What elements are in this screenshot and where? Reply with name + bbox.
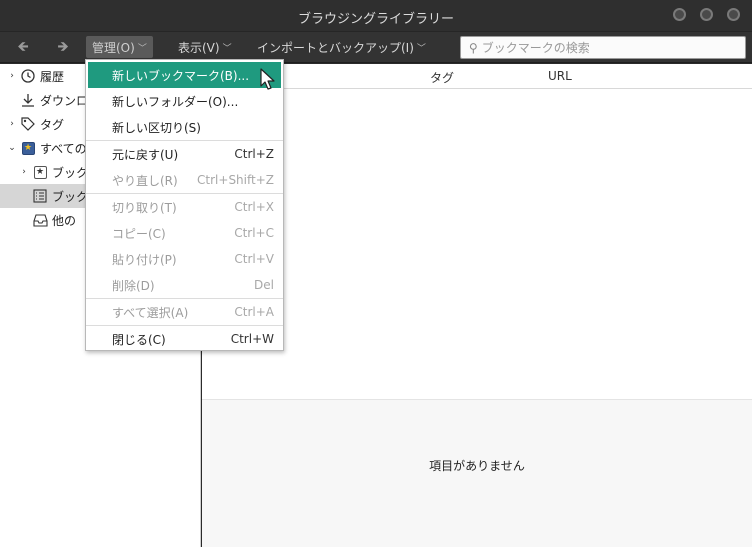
bookmarks-star-icon: ★: [20, 140, 36, 156]
other-bookmarks-icon: [32, 212, 48, 228]
sidebar-item-label: すべての: [40, 141, 87, 156]
sidebar-item-label: ダウンロ: [40, 93, 89, 108]
menu-item-close[interactable]: 閉じる(C) Ctrl+W: [86, 326, 283, 352]
forward-arrow-icon: 🡺: [57, 39, 69, 55]
column-header-url[interactable]: URL: [548, 69, 572, 83]
menu-item-redo[interactable]: やり直し(R) Ctrl+Shift+Z: [86, 167, 283, 193]
menu-item-label: 切り取り(T): [112, 200, 177, 215]
chevron-down-icon[interactable]: ⌄: [6, 143, 18, 153]
sidebar-item-label: 他の: [52, 213, 77, 228]
menu-item-select-all[interactable]: すべて選択(A) Ctrl+A: [86, 299, 283, 325]
window-title: ブラウジングライブラリー: [297, 12, 454, 27]
back-arrow-icon: 🡸: [17, 39, 29, 55]
chevron-right-icon[interactable]: ›: [18, 167, 30, 177]
menu-item-paste[interactable]: 貼り付け(P) Ctrl+V: [86, 246, 283, 272]
menu-item-shortcut: Ctrl+A: [234, 305, 274, 319]
search-placeholder: ブックマークの検索: [481, 41, 590, 55]
column-header-row: タグ URL: [202, 64, 752, 89]
import-backup-menu-button[interactable]: インポートとバックアップ(I) ﹀: [251, 36, 432, 58]
organize-dropdown-menu: 新しいブックマーク(B)... 新しいフォルダー(O)... 新しい区切り(S)…: [85, 59, 284, 351]
minimize-button[interactable]: [673, 8, 686, 21]
menu-item-shortcut: Ctrl+Shift+Z: [197, 173, 274, 187]
chevron-down-icon: ﹀: [137, 43, 147, 54]
download-icon: [20, 92, 36, 108]
search-icon: ⚲: [469, 40, 478, 55]
menu-item-shortcut: Del: [254, 278, 274, 292]
chevron-right-icon[interactable]: ›: [6, 71, 18, 81]
menu-item-label: 新しい区切り(S): [112, 120, 201, 135]
bookmarks-menu-icon: [32, 188, 48, 204]
menu-item-shortcut: Ctrl+C: [234, 226, 274, 240]
menu-item-label: 新しいフォルダー(O)...: [112, 94, 239, 109]
search-input[interactable]: ⚲ ブックマークの検索: [460, 36, 746, 59]
maximize-button[interactable]: [700, 8, 713, 21]
menu-item-label: 削除(D): [112, 278, 155, 293]
organize-menu-button[interactable]: 管理(O) ﹀: [86, 36, 153, 58]
menu-item-label: 閉じる(C): [112, 332, 166, 347]
menu-item-shortcut: Ctrl+V: [234, 252, 274, 266]
menu-item-shortcut: Ctrl+W: [230, 332, 274, 346]
close-button[interactable]: [727, 8, 740, 21]
content-pane: タグ URL 項目がありません: [202, 64, 752, 547]
menu-item-label: 貼り付け(P): [112, 252, 177, 267]
menu-item-label: 元に戻す(U): [112, 147, 179, 162]
detail-pane: 項目がありません: [202, 399, 752, 547]
menu-item-label: 新しいブックマーク(B)...: [112, 68, 250, 83]
forward-button[interactable]: 🡺: [54, 39, 72, 55]
back-button[interactable]: 🡸: [14, 39, 32, 55]
tag-icon: [20, 116, 36, 132]
menu-item-label: やり直し(R): [112, 173, 178, 188]
menu-item-delete[interactable]: 削除(D) Del: [86, 272, 283, 298]
sidebar-item-label: タグ: [40, 117, 65, 132]
menu-item-new-folder[interactable]: 新しいフォルダー(O)...: [86, 88, 283, 114]
menu-item-new-bookmark[interactable]: 新しいブックマーク(B)...: [88, 62, 281, 88]
chevron-down-icon: ﹀: [222, 43, 232, 54]
menu-item-shortcut: Ctrl+X: [234, 200, 274, 214]
chevron-down-icon: ﹀: [416, 43, 426, 54]
menu-item-label: すべて選択(A): [112, 305, 189, 320]
mouse-cursor-icon: [260, 68, 275, 90]
menu-item-cut[interactable]: 切り取り(T) Ctrl+X: [86, 194, 283, 220]
chevron-right-icon[interactable]: ›: [6, 119, 18, 129]
view-menu-button[interactable]: 表示(V) ﹀: [172, 36, 238, 58]
clock-icon: [20, 68, 36, 84]
bookmarks-toolbar-icon: ★: [32, 164, 48, 180]
import-backup-menu-label: インポートとバックアップ(I): [257, 40, 414, 55]
menu-item-new-separator[interactable]: 新しい区切り(S): [86, 114, 283, 140]
menu-item-shortcut: Ctrl+Z: [234, 147, 274, 161]
organize-menu-label: 管理(O): [92, 40, 135, 55]
menu-item-undo[interactable]: 元に戻す(U) Ctrl+Z: [86, 141, 283, 167]
sidebar-item-label: ブック: [52, 189, 89, 204]
empty-message: 項目がありません: [429, 459, 525, 473]
menu-item-label: コピー(C): [112, 226, 166, 241]
sidebar-item-label: 履歴: [40, 69, 65, 84]
column-header-tag[interactable]: タグ: [430, 69, 454, 86]
sidebar-item-label: ブック: [52, 165, 89, 180]
menu-item-copy[interactable]: コピー(C) Ctrl+C: [86, 220, 283, 246]
window-controls: [673, 8, 740, 21]
view-menu-label: 表示(V): [178, 40, 220, 55]
title-bar: ブラウジングライブラリー: [0, 0, 752, 32]
